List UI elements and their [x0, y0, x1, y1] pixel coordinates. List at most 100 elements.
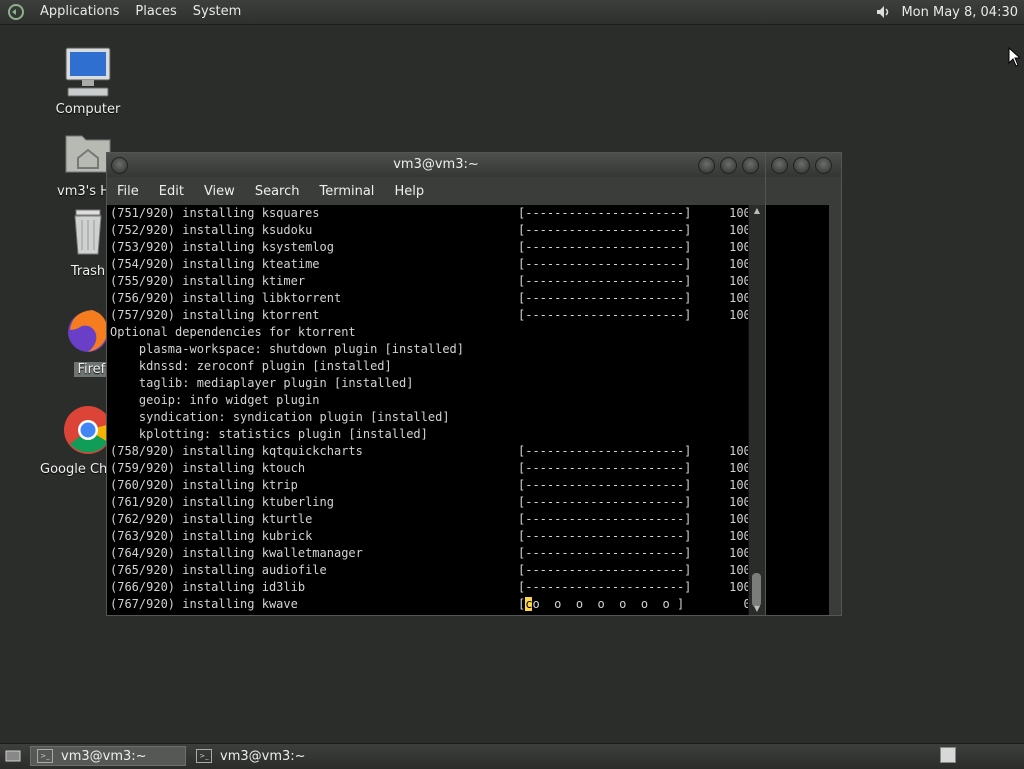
terminal-line: (767/920) installing kwave [co o o o o o … — [110, 596, 749, 613]
close-icon[interactable] — [815, 157, 832, 174]
progress-bar-text: [----------------------] — [518, 223, 692, 237]
terminal-line: (752/920) installing ksudoku [-----------… — [110, 222, 749, 239]
terminal-line: plasma-workspace: shutdown plugin [insta… — [110, 341, 749, 358]
progress-bar-text: [----------------------] — [518, 478, 692, 492]
close-icon[interactable] — [742, 157, 759, 174]
terminal-line-text: (755/920) installing ktimer — [110, 274, 306, 288]
terminal-line: kplotting: statistics plugin [installed] — [110, 426, 749, 443]
progress-percent: 100% — [729, 580, 749, 594]
menu-file[interactable]: File — [107, 184, 149, 199]
terminal-line-text: (753/920) installing ksystemlog — [110, 240, 334, 254]
progress-bar-text: [----------------------] — [518, 512, 692, 526]
taskbar-item-terminal-2[interactable]: >_ vm3@vm3:~ — [190, 746, 346, 766]
progress-bar-text: [----------------------] — [518, 529, 692, 543]
maximize-icon[interactable] — [793, 157, 810, 174]
minimize-icon[interactable] — [771, 157, 788, 174]
terminal-line: (758/920) installing kqtquickcharts [----… — [110, 443, 749, 460]
terminal-line-text: (767/920) installing kwave — [110, 597, 298, 611]
terminal-line-text: (764/920) installing kwalletmanager — [110, 546, 363, 560]
scroll-down-arrow-icon[interactable]: ▼ — [749, 603, 765, 615]
system-menu[interactable]: System — [185, 0, 249, 24]
places-menu[interactable]: Places — [127, 0, 184, 24]
menu-terminal[interactable]: Terminal — [309, 184, 384, 199]
terminal-line: kdnssd: zeroconf plugin [installed] — [110, 358, 749, 375]
workspace-switcher[interactable] — [940, 747, 956, 763]
progress-percent: 100% — [729, 274, 749, 288]
clock[interactable]: Mon May 8, 04:30 — [893, 5, 1024, 20]
terminal-line-text: (760/920) installing ktrip — [110, 478, 298, 492]
scrollbar-thumb[interactable] — [752, 573, 761, 607]
progress-bar-text: [----------------------] — [518, 206, 692, 220]
distro-logo-icon[interactable] — [6, 2, 26, 22]
terminal-line: (753/920) installing ksystemlog [--------… — [110, 239, 749, 256]
progress-percent: 100% — [729, 495, 749, 509]
background-terminal-menubar — [765, 177, 841, 205]
terminal-line-text: (759/920) installing ktouch — [110, 461, 306, 475]
maximize-icon[interactable] — [720, 157, 737, 174]
terminal-line: (761/920) installing ktuberling [--------… — [110, 494, 749, 511]
terminal-line-text: (752/920) installing ksudoku — [110, 223, 313, 237]
terminal-titlebar[interactable]: vm3@vm3:~ — [107, 153, 765, 177]
scroll-up-arrow-icon[interactable]: ▲ — [749, 205, 765, 217]
progress-bar-text: [----------------------] — [518, 563, 692, 577]
background-terminal-window[interactable] — [764, 152, 842, 616]
terminal-line: Optional dependencies for ktorrent — [110, 324, 749, 341]
terminal-icon: >_ — [196, 749, 212, 763]
menu-edit[interactable]: Edit — [149, 184, 194, 199]
progress-bar-text: [----------------------] — [518, 444, 692, 458]
taskbar-item-terminal-1[interactable]: >_ vm3@vm3:~ — [30, 746, 186, 766]
progress-percent: 100% — [729, 478, 749, 492]
terminal-line: (755/920) installing ktimer [------------… — [110, 273, 749, 290]
minimize-icon[interactable] — [698, 157, 715, 174]
progress-percent: 100% — [729, 512, 749, 526]
desktop-icon-label: Google Chrome — [40, 462, 112, 477]
background-terminal-titlebar[interactable] — [765, 153, 841, 177]
background-terminal-scrollbar[interactable] — [829, 205, 841, 615]
terminal-line: (765/920) installing audiofile [---------… — [110, 562, 749, 579]
progress-percent: 100% — [729, 223, 749, 237]
terminal-line-text: (761/920) installing ktuberling — [110, 495, 334, 509]
terminal-line: (762/920) installing kturtle [-----------… — [110, 511, 749, 528]
terminal-menubar: File Edit View Search Terminal Help — [107, 177, 765, 205]
terminal-window[interactable]: vm3@vm3:~ File Edit View Search Terminal… — [106, 152, 766, 616]
terminal-icon: >_ — [37, 749, 53, 763]
window-menu-icon[interactable] — [111, 157, 128, 174]
terminal-line-text: geoip: info widget plugin — [110, 393, 320, 407]
terminal-line: (766/920) installing id3lib [------------… — [110, 579, 749, 596]
progress-bar-text: [----------------------] — [518, 240, 692, 254]
taskbar-item-label: vm3@vm3:~ — [220, 748, 306, 764]
menu-help[interactable]: Help — [384, 184, 434, 199]
progress-percent: 100% — [729, 206, 749, 220]
terminal-output[interactable]: (751/920) installing ksquares [----------… — [107, 205, 749, 615]
menu-search[interactable]: Search — [245, 184, 310, 199]
progress-percent: 100% — [729, 529, 749, 543]
show-desktop-icon[interactable] — [4, 747, 22, 765]
progress-bar-text: [----------------------] — [518, 461, 692, 475]
terminal-line: (764/920) installing kwalletmanager [----… — [110, 545, 749, 562]
progress-percent: 100% — [729, 563, 749, 577]
progress-bar-text: [----------------------] — [518, 308, 692, 322]
bottom-taskbar: >_ vm3@vm3:~ >_ vm3@vm3:~ — [0, 743, 1024, 768]
menu-view[interactable]: View — [194, 184, 245, 199]
desktop-icon-computer[interactable]: Computer — [40, 44, 136, 117]
terminal-scrollbar[interactable]: ▲ ▼ — [748, 205, 765, 615]
window-title: vm3@vm3:~ — [393, 157, 479, 172]
terminal-line-text: Optional dependencies for ktorrent — [110, 325, 356, 339]
terminal-line-text: (751/920) installing ksquares — [110, 206, 320, 220]
progress-percent: 100% — [729, 546, 749, 560]
progress-percent: 100% — [729, 444, 749, 458]
terminal-line: (763/920) installing kubrick [-----------… — [110, 528, 749, 545]
terminal-line: (751/920) installing ksquares [----------… — [110, 205, 749, 222]
top-panel: Applications Places System Mon May 8, 04… — [0, 0, 1024, 25]
terminal-line-text: syndication: syndication plugin [install… — [110, 410, 450, 424]
mouse-pointer-icon — [1008, 46, 1022, 71]
terminal-line: (754/920) installing kteatime [----------… — [110, 256, 749, 273]
progress-percent: 100% — [729, 240, 749, 254]
progress-percent: 0% — [743, 597, 749, 611]
terminal-line-text: (765/920) installing audiofile — [110, 563, 327, 577]
progress-percent: 100% — [729, 257, 749, 271]
volume-icon[interactable] — [873, 2, 893, 22]
terminal-line: (757/920) installing ktorrent [----------… — [110, 307, 749, 324]
applications-menu[interactable]: Applications — [32, 0, 127, 24]
terminal-line-text: (757/920) installing ktorrent — [110, 308, 320, 322]
